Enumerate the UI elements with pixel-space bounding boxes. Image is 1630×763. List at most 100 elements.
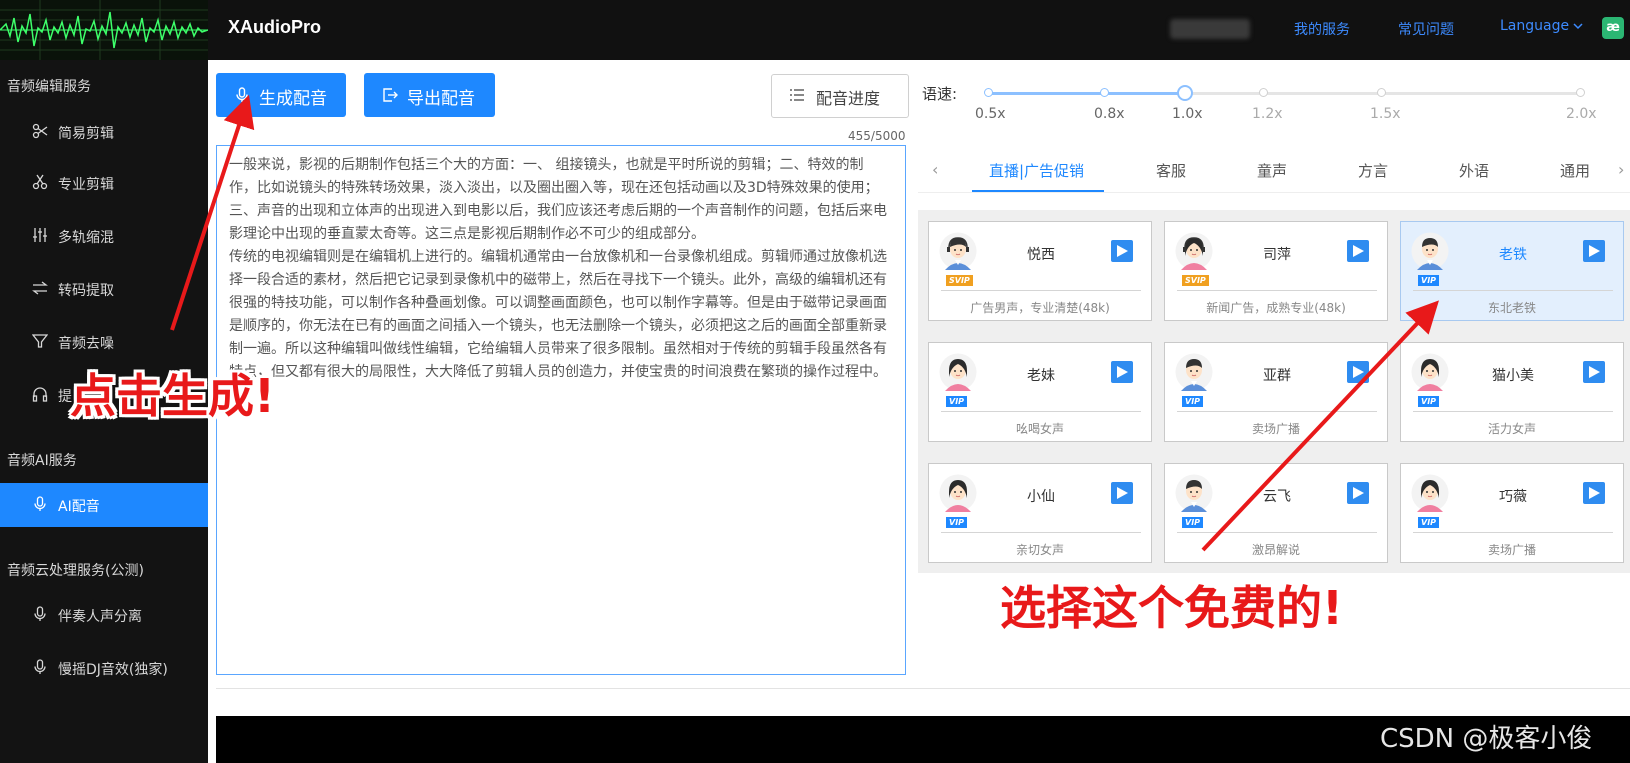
user-avatar-blurred[interactable] xyxy=(1170,19,1250,39)
export-button[interactable]: 导出配音 xyxy=(364,73,495,117)
voice-card[interactable]: VIP 巧薇卖场广播 xyxy=(1400,463,1624,563)
vip-badge: VIP xyxy=(1418,396,1440,407)
voice-description: 新闻广告，成熟专业(48k) xyxy=(1206,301,1346,315)
speed-tick: 0.8x xyxy=(1094,106,1125,122)
voice-name: 猫小美 xyxy=(1492,368,1534,384)
voice-card[interactable]: VIP 老妹 吆喝女声 xyxy=(928,342,1152,442)
script-textarea[interactable]: 一般来说，影视的后期制作包括三个大的方面：一、 组接镜头，也就是平时所说的剪辑；… xyxy=(216,145,906,675)
vip-badge: VIP xyxy=(1418,517,1440,528)
voice-card[interactable]: VIP 猫小美 活力女声 xyxy=(1400,342,1624,442)
speed-tick: 2.0x xyxy=(1566,106,1597,122)
tab-live-ads[interactable]: 直播|广告促销 xyxy=(989,160,1084,181)
play-button[interactable] xyxy=(1111,482,1133,504)
voice-card[interactable]: SVIP 司萍 新闻广告，成熟专业(48k) xyxy=(1164,221,1388,321)
waveform-logo xyxy=(0,0,208,60)
sidebar-item-simple-edit[interactable]: 简易剪辑 xyxy=(0,110,208,154)
voice-card[interactable]: VIP 小仙 亲切女声 xyxy=(928,463,1152,563)
avatar xyxy=(1411,353,1449,391)
play-icon xyxy=(1589,487,1600,499)
sidebar-item-label: 音频去噪 xyxy=(58,336,114,352)
play-button[interactable] xyxy=(1583,361,1605,383)
speed-slider-stop[interactable] xyxy=(1259,88,1268,97)
generate-button[interactable]: 生成配音 xyxy=(216,73,346,117)
speed-slider-fill xyxy=(988,92,1182,95)
tab-foreign[interactable]: 外语 xyxy=(1459,160,1489,181)
play-icon xyxy=(1589,245,1600,257)
sidebar-item-label: 转码提取 xyxy=(58,283,114,299)
divider xyxy=(1413,532,1613,533)
play-button[interactable] xyxy=(1347,240,1369,262)
chevron-right-icon[interactable]: › xyxy=(1618,160,1624,179)
tab-child-voice[interactable]: 童声 xyxy=(1257,160,1287,181)
speed-slider-stop[interactable] xyxy=(984,88,993,97)
tab-dialect[interactable]: 方言 xyxy=(1358,160,1388,181)
voice-description: 亲切女声 xyxy=(1015,543,1064,557)
avatar xyxy=(939,232,977,270)
voice-name: 老铁 xyxy=(1499,247,1527,263)
avatar xyxy=(1411,232,1449,270)
sidebar-item-dj-effect[interactable]: 慢摇DJ音效(独家) xyxy=(0,646,208,690)
tab-general[interactable]: 通用 xyxy=(1560,160,1590,181)
speed-tick: 0.5x xyxy=(975,106,1006,122)
voice-name: 巧薇 xyxy=(1499,489,1527,505)
sidebar-item-transcode[interactable]: 转码提取 xyxy=(0,267,208,311)
sidebar-item-denoise[interactable]: 音频去噪 xyxy=(0,320,208,364)
vip-badge: VIP xyxy=(1182,396,1204,407)
play-button[interactable] xyxy=(1583,482,1605,504)
voice-card[interactable]: VIP 亚群 卖场广播 xyxy=(1164,342,1388,442)
chevron-left-icon[interactable]: ‹ xyxy=(932,160,938,179)
progress-button[interactable]: 配音进度 xyxy=(771,74,909,118)
play-button[interactable] xyxy=(1347,482,1369,504)
speed-slider-stop[interactable] xyxy=(1576,88,1585,97)
sidebar-item-pro-edit[interactable]: 专业剪辑 xyxy=(0,161,208,205)
voice-description: 激昂解说 xyxy=(1251,543,1300,557)
sidebar-item-label: 提 xyxy=(58,389,72,405)
app-badge-icon[interactable]: æ xyxy=(1602,17,1624,39)
sidebar-item-label: 专业剪辑 xyxy=(58,177,114,193)
speed-slider-stop[interactable] xyxy=(1377,88,1386,97)
sidebar-item-label: AI配音 xyxy=(58,499,100,515)
play-button[interactable] xyxy=(1583,240,1605,262)
voice-name: 悦西 xyxy=(1027,247,1055,263)
play-button[interactable] xyxy=(1111,361,1133,383)
play-icon xyxy=(1117,487,1128,499)
sidebar-item-multitrack[interactable]: 多轨缩混 xyxy=(0,214,208,258)
sidebar-item-ai-dubbing[interactable]: AI配音 xyxy=(0,483,208,527)
voice-description: 东北老铁 xyxy=(1487,301,1536,315)
divider xyxy=(1177,411,1377,412)
sidebar-item-vocal-separation[interactable]: 伴奏人声分离 xyxy=(0,593,208,637)
avatar xyxy=(1175,232,1213,270)
filter-icon xyxy=(32,334,48,348)
divider xyxy=(941,532,1141,533)
vip-badge: VIP xyxy=(1182,517,1204,528)
microphone-icon xyxy=(34,496,46,511)
speed-slider-handle[interactable] xyxy=(1177,85,1193,101)
speed-tick: 1.2x xyxy=(1252,106,1283,122)
voice-card[interactable]: VIP 老铁 东北老铁 xyxy=(1400,221,1624,321)
avatar xyxy=(939,474,977,512)
tab-active-indicator xyxy=(972,190,1104,192)
voice-description: 广告男声，专业清楚(48k) xyxy=(970,301,1110,315)
vip-badge: VIP xyxy=(946,396,968,407)
avatar xyxy=(1175,474,1213,512)
sidebar-item-extract[interactable]: 提 xyxy=(0,373,208,417)
avatar xyxy=(1411,474,1449,512)
play-button[interactable] xyxy=(1347,361,1369,383)
divider xyxy=(1413,411,1613,412)
speed-tick: 1.5x xyxy=(1370,106,1401,122)
speed-tick: 1.0x xyxy=(1172,106,1203,122)
play-button[interactable] xyxy=(1111,240,1133,262)
voice-card[interactable]: VIP 云飞 激昂解说 xyxy=(1164,463,1388,563)
language-dropdown[interactable]: Language xyxy=(1500,18,1583,34)
voice-card[interactable]: SVIP 悦西 广告男声，专业清楚(48k) xyxy=(928,221,1152,321)
voice-description: 卖场广播 xyxy=(1251,422,1300,436)
speed-slider-stop[interactable] xyxy=(1100,88,1109,97)
scissors-icon xyxy=(32,123,48,139)
nav-my-services[interactable]: 我的服务 xyxy=(1294,19,1350,39)
tab-customer-service[interactable]: 客服 xyxy=(1156,160,1186,181)
top-bar: XAudioPro 我的服务 常见问题 Language æ xyxy=(0,0,1630,60)
voice-description: 卖场广播 xyxy=(1487,543,1536,557)
export-button-label: 导出配音 xyxy=(407,89,475,109)
divider xyxy=(1413,290,1613,291)
nav-faq[interactable]: 常见问题 xyxy=(1398,19,1454,39)
